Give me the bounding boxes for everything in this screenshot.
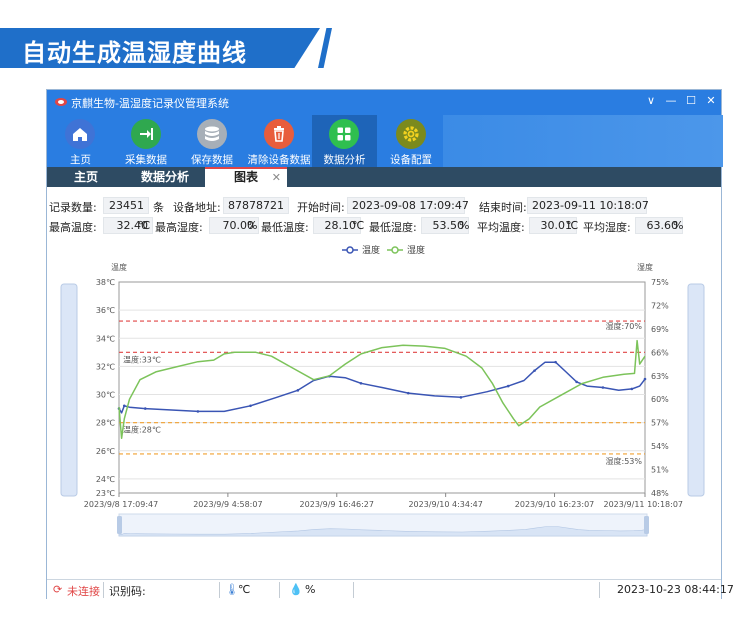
y-left-tick-label: 34℃ xyxy=(96,334,115,343)
y-right-tick-label: 75% xyxy=(651,278,669,287)
y-right-tick-label: 72% xyxy=(651,301,669,310)
promo-banner: 自动生成温湿度曲线 xyxy=(0,28,336,68)
y-right-tick-label: 69% xyxy=(651,325,669,334)
series-point xyxy=(459,396,463,399)
series-point xyxy=(533,369,536,372)
series-point xyxy=(554,360,557,364)
temperature-humidity-chart: 温度:33℃ 温度:28℃ 湿度:70% 湿度:53% 38℃ 36℃ 34℃ 32℃ 30℃… xyxy=(60,244,705,537)
right-zoom-handle[interactable] xyxy=(687,283,705,497)
y-left-tick-label: 30℃ xyxy=(96,391,115,400)
y-left-tick-label: 26℃ xyxy=(96,447,115,456)
reference-line-label: 湿度:70% xyxy=(606,321,643,331)
series-point xyxy=(601,386,605,389)
status-bar: ⟳ 未连接 识别码: 🌡 ℃ 💧 % 2023-10-23 08:44:17 xyxy=(47,579,734,600)
status-divider xyxy=(353,582,354,598)
status-divider xyxy=(599,582,600,598)
legend-temp-marker xyxy=(346,246,354,254)
legend-hum-marker xyxy=(391,246,399,254)
x-tick-label: 2023/9/10 4:34:47 xyxy=(408,500,482,509)
status-datetime: 2023-10-23 08:44:17 xyxy=(617,583,734,596)
x-tick-label: 2023/9/9 4:58:07 xyxy=(193,500,262,509)
status-temp-unit: ℃ xyxy=(238,583,251,596)
legend-temp-label: 温度 xyxy=(362,244,380,256)
water-drop-icon: 💧 xyxy=(289,583,303,596)
y-left-tick-label: 32℃ xyxy=(96,362,115,371)
banner-title: 自动生成温湿度曲线 xyxy=(22,39,247,67)
series-point xyxy=(630,387,634,391)
app-window: 京麒生物-温湿度记录仪管理系统 ∨ — ☐ ✕ 主页 采集数据 保存数据 清除设… xyxy=(46,89,734,600)
thermometer-icon: 🌡 xyxy=(225,583,239,596)
series-point xyxy=(249,404,252,408)
zoom-slider-right-thumb[interactable] xyxy=(644,516,649,534)
chart-legend: 温度 湿度 xyxy=(342,244,425,256)
x-tick-label: 2023/9/8 17:09:47 xyxy=(84,500,158,509)
y-right-tick-label: 63% xyxy=(651,372,669,381)
reference-line-label: 湿度:53% xyxy=(606,456,643,466)
y-right-tick-label: 66% xyxy=(651,348,669,357)
x-tick-label: 2023/9/11 10:18:07 xyxy=(604,500,684,509)
status-hum-unit: % xyxy=(305,583,316,596)
legend-hum-label: 湿度 xyxy=(407,244,425,256)
series-point xyxy=(506,384,510,388)
y-right-tick-label: 60% xyxy=(651,395,669,404)
series-point xyxy=(643,377,647,381)
y-left-tick-label: 23℃ xyxy=(96,489,115,498)
status-divider xyxy=(219,582,220,598)
y-left-axis-title: 温度 xyxy=(111,262,127,272)
status-divider xyxy=(279,582,280,598)
id-code-label: 识别码: xyxy=(109,585,146,598)
series-point xyxy=(407,391,410,395)
y-left-tick-label: 24℃ xyxy=(96,475,115,484)
y-left-tick-label: 38℃ xyxy=(96,278,115,287)
y-right-axis-title: 湿度 xyxy=(637,262,653,272)
y-left-tick-label: 36℃ xyxy=(96,306,115,315)
status-divider xyxy=(103,582,104,598)
x-tick-label: 2023/9/10 16:23:07 xyxy=(515,500,595,509)
series-point xyxy=(196,410,200,413)
reference-line-label: 温度:28℃ xyxy=(123,425,161,435)
y-right-tick-label: 54% xyxy=(651,442,669,451)
x-tick-label: 2023/9/9 16:46:27 xyxy=(300,500,374,509)
reference-line-label: 温度:33℃ xyxy=(123,354,161,364)
banner-stripe xyxy=(318,28,332,68)
connection-status: 未连接 xyxy=(67,585,100,598)
zoom-slider-left-thumb[interactable] xyxy=(117,516,122,534)
series-point xyxy=(122,404,126,408)
y-right-tick-label: 57% xyxy=(651,419,669,428)
series-point xyxy=(144,407,147,410)
y-right-tick-label: 51% xyxy=(651,466,669,475)
series-point xyxy=(296,389,300,392)
refresh-icon[interactable]: ⟳ xyxy=(53,583,62,596)
series-point xyxy=(575,380,578,384)
y-left-tick-label: 28℃ xyxy=(96,419,115,428)
left-zoom-handle[interactable] xyxy=(60,283,78,497)
series-point xyxy=(359,381,363,385)
y-right-tick-label: 48% xyxy=(651,489,669,498)
